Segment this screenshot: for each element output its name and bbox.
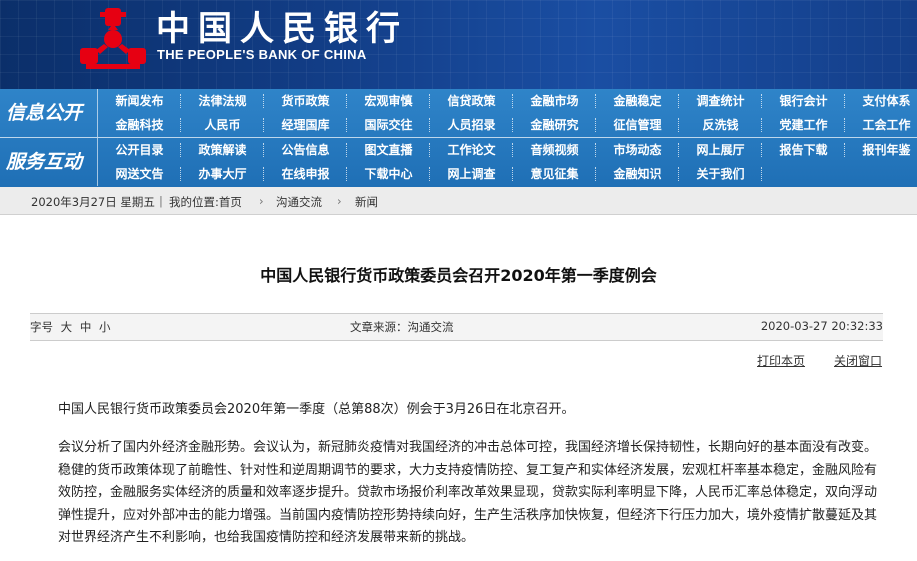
close-window-link[interactable]: 关闭窗口 (834, 352, 882, 369)
article-title: 中国人民银行货币政策委员会召开2020年第一季度例会 (260, 266, 657, 285)
nav-item-law[interactable]: 法律法规 (181, 89, 264, 113)
nav-item-financial-stability[interactable]: 金融稳定 (596, 89, 679, 113)
bank-name-cn: 中国人民银行 (156, 9, 408, 49)
nav-item-party-building[interactable]: 党建工作 (762, 113, 845, 137)
nav-row-2: 金融科技 人民币 经理国库 国际交往 人员招录 金融研究 征信管理 反洗钱 党建… (98, 113, 917, 137)
font-size-medium-link[interactable]: 中 (80, 320, 92, 334)
header-banner: 中国人民银行 THE PEOPLE'S BANK OF CHINA (0, 0, 917, 89)
bank-name-en: THE PEOPLE'S BANK OF CHINA (157, 47, 367, 62)
nav-item-online-exhibition[interactable]: 网上展厅 (679, 138, 762, 162)
nav-item-macro-prudential[interactable]: 宏观审慎 (347, 89, 430, 113)
print-page-link[interactable]: 打印本页 (757, 352, 805, 369)
nav-item-rmb[interactable]: 人民币 (181, 113, 264, 137)
nav-item-financial-knowledge[interactable]: 金融知识 (596, 162, 679, 186)
breadcrumb: 2020年3月27日 星期五 | 我的位置:首页 › 沟通交流 › 新闻 (0, 187, 917, 215)
breadcrumb-chevron-icon: › (259, 194, 264, 208)
breadcrumb-chevron-icon: › (337, 194, 342, 208)
article-paragraph-text: 会议分析了国内外经济金融形势。会议认为，新冠肺炎疫情对我国经济的冲击总体可控，我… (58, 440, 878, 545)
breadcrumb-level1[interactable]: 沟通交流 (276, 194, 322, 210)
nav-item-union[interactable]: 工会工作 (845, 113, 917, 137)
nav-item-anti-money-laundering[interactable]: 反洗钱 (679, 113, 762, 137)
main-navigation: 信息公开 服务互动 新闻发布 法律法规 货币政策 宏观审慎 信贷政策 金融市场 … (0, 89, 917, 187)
nav-item-accounting[interactable]: 银行会计 (762, 89, 845, 113)
font-size-large-link[interactable]: 大 (61, 320, 73, 334)
nav-item-report-download[interactable]: 报告下载 (762, 138, 845, 162)
nav-item-about-us[interactable]: 关于我们 (679, 162, 762, 186)
article-datetime: 2020-03-27 20:32:33 (760, 319, 883, 333)
nav-item-online-declaration[interactable]: 在线申报 (264, 162, 347, 186)
nav-row-3: 公开目录 政策解读 公告信息 图文直播 工作论文 音频视频 市场动态 网上展厅 … (98, 138, 917, 162)
nav-item-working-papers[interactable]: 工作论文 (430, 138, 513, 162)
nav-item-announcements[interactable]: 公告信息 (264, 138, 347, 162)
pboc-logo-icon[interactable] (78, 6, 148, 72)
nav-item-recruitment[interactable]: 人员招录 (430, 113, 513, 137)
nav-item-credit-policy[interactable]: 信贷政策 (430, 89, 513, 113)
font-size-control: 字号 大 中 小 (30, 319, 110, 335)
nav-item-market-news[interactable]: 市场动态 (596, 138, 679, 162)
article-paragraph: 中国人民银行货币政策委员会2020年第一季度（总第88次）例会于3月26日在北京… (58, 402, 575, 417)
font-size-label: 字号 (30, 320, 53, 334)
nav-item-fintech[interactable]: 金融科技 (98, 113, 181, 137)
breadcrumb-divider: | (159, 194, 163, 208)
nav-item-feedback[interactable]: 意见征集 (513, 162, 596, 186)
nav-item-news[interactable]: 新闻发布 (98, 89, 181, 113)
nav-row-1: 新闻发布 法律法规 货币政策 宏观审慎 信贷政策 金融市场 金融稳定 调查统计 … (98, 89, 917, 113)
nav-item-public-catalog[interactable]: 公开目录 (98, 138, 181, 162)
article-source: 文章来源：沟通交流 (350, 320, 454, 334)
breadcrumb-level2[interactable]: 新闻 (355, 194, 378, 210)
nav-item-audio-video[interactable]: 音频视频 (513, 138, 596, 162)
breadcrumb-date: 2020年3月27日 星期五 (31, 195, 155, 209)
nav-item-service-hall[interactable]: 办事大厅 (181, 162, 264, 186)
nav-item-international[interactable]: 国际交往 (347, 113, 430, 137)
nav-item-online-survey[interactable]: 网上调查 (430, 162, 513, 186)
nav-item-monetary-policy[interactable]: 货币政策 (264, 89, 347, 113)
nav-item-policy-interpretation[interactable]: 政策解读 (181, 138, 264, 162)
nav-item-research[interactable]: 金融研究 (513, 113, 596, 137)
article-meta-bar: 字号 大 中 小 文章来源：沟通交流 2020-03-27 20:32:33 (30, 313, 883, 341)
nav-item-yearbook[interactable]: 报刊年鉴 (845, 138, 917, 162)
nav-item-financial-market[interactable]: 金融市场 (513, 89, 596, 113)
nav-item-payment[interactable]: 支付体系 (845, 89, 917, 113)
font-size-small-link[interactable]: 小 (99, 320, 111, 334)
section-label-public[interactable]: 信息公开 (0, 89, 98, 137)
breadcrumb-home[interactable]: 我的位置:首页 (169, 194, 242, 210)
nav-row-4: 网送文告 办事大厅 在线申报 下载中心 网上调查 意见征集 金融知识 关于我们 (98, 162, 917, 186)
section-label-interaction[interactable]: 服务互动 (0, 138, 98, 186)
nav-item-download-center[interactable]: 下载中心 (347, 162, 430, 186)
article-paragraph: 会议分析了国内外经济金融形势。会议认为，新冠肺炎疫情对我国经济的冲击总体可控，我… (58, 437, 884, 550)
nav-item-treasury[interactable]: 经理国库 (264, 113, 347, 137)
nav-item-statistics[interactable]: 调查统计 (679, 89, 762, 113)
nav-item-live-broadcast[interactable]: 图文直播 (347, 138, 430, 162)
nav-item-notices[interactable]: 网送文告 (98, 162, 181, 186)
nav-item-credit-reference[interactable]: 征信管理 (596, 113, 679, 137)
